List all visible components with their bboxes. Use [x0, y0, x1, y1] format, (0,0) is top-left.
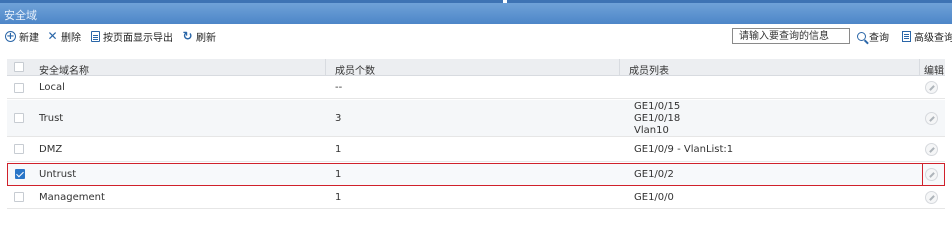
zone-name: Untrust	[39, 169, 77, 180]
member-item: GE1/0/2	[634, 169, 674, 180]
pencil-icon	[929, 172, 935, 178]
row-checkbox[interactable]	[14, 113, 24, 123]
plus-icon: +	[5, 30, 16, 42]
close-icon: ✕	[47, 28, 58, 43]
search-icon	[857, 31, 866, 41]
table-row[interactable]: Management 1 GE1/0/0	[7, 187, 945, 209]
delete-button-label: 删除	[61, 32, 81, 44]
export-button[interactable]: 按页面显示导出	[91, 29, 173, 44]
table-row-selected[interactable]: Untrust 1 GE1/0/2	[7, 163, 945, 186]
zone-name: Trust	[39, 113, 64, 124]
refresh-button-label: 刷新	[196, 32, 216, 44]
header-members: 成员列表	[629, 66, 669, 77]
header-name: 安全域名称	[39, 66, 89, 77]
pencil-icon	[929, 116, 935, 122]
refresh-icon: ↻	[182, 28, 193, 43]
member-item: GE1/0/15	[634, 101, 681, 112]
table-header: 安全域名称 成员个数 成员列表 编辑	[7, 59, 945, 77]
member-list: GE1/0/15 GE1/0/18 Vlan10	[634, 101, 680, 137]
member-count: 3	[335, 113, 342, 124]
new-button[interactable]: + 新建	[5, 29, 39, 44]
search-input[interactable]	[732, 28, 850, 44]
pencil-icon	[929, 195, 935, 201]
table-row[interactable]: DMZ 1 GE1/0/9 - VlanList:1	[7, 138, 945, 162]
edit-button[interactable]	[925, 168, 938, 181]
pencil-icon	[929, 147, 935, 153]
table-row[interactable]: Trust 3 GE1/0/15 GE1/0/18 Vlan10	[7, 100, 945, 137]
row-checkbox[interactable]	[14, 83, 24, 93]
row-checkbox[interactable]	[14, 144, 24, 154]
select-all-checkbox[interactable]	[14, 62, 24, 72]
page-title: 安全域	[4, 9, 37, 22]
advanced-search-label: 高级查询	[914, 32, 952, 44]
member-item: Vlan10	[634, 125, 669, 136]
member-item: GE1/0/9 - VlanList:1	[634, 144, 734, 155]
member-count: 1	[335, 169, 342, 180]
refresh-button[interactable]: ↻ 刷新	[182, 28, 216, 44]
edit-button[interactable]	[925, 81, 938, 94]
title-bar: 安全域	[0, 0, 952, 24]
column-divider	[325, 59, 326, 76]
table-row[interactable]: Local --	[7, 77, 945, 99]
search-button-label: 查询	[869, 32, 889, 44]
row-checkbox[interactable]	[14, 192, 24, 202]
row-checkbox[interactable]	[15, 169, 25, 179]
column-divider	[619, 59, 620, 76]
pencil-icon	[929, 85, 935, 91]
member-count: --	[335, 82, 343, 93]
edit-button[interactable]	[925, 191, 938, 204]
zone-name: Management	[39, 192, 105, 203]
new-button-label: 新建	[19, 32, 39, 44]
delete-button[interactable]: ✕ 删除	[47, 28, 81, 44]
column-divider	[919, 59, 920, 76]
header-edit: 编辑	[924, 66, 944, 77]
export-button-label: 按页面显示导出	[103, 32, 173, 44]
title-tab-gap	[503, 0, 507, 3]
header-count: 成员个数	[335, 66, 375, 77]
advanced-search-button[interactable]: 高级查询	[902, 29, 952, 44]
edit-button[interactable]	[925, 112, 938, 125]
document-icon	[91, 30, 100, 42]
member-count: 1	[335, 192, 342, 203]
search-button[interactable]: 查询	[857, 29, 889, 44]
zone-name: DMZ	[39, 144, 63, 155]
member-item: GE1/0/0	[634, 192, 674, 203]
edit-button[interactable]	[925, 143, 938, 156]
zone-name: Local	[39, 82, 65, 93]
advanced-search-icon	[902, 30, 911, 42]
member-count: 1	[335, 144, 342, 155]
member-item: GE1/0/18	[634, 113, 681, 124]
